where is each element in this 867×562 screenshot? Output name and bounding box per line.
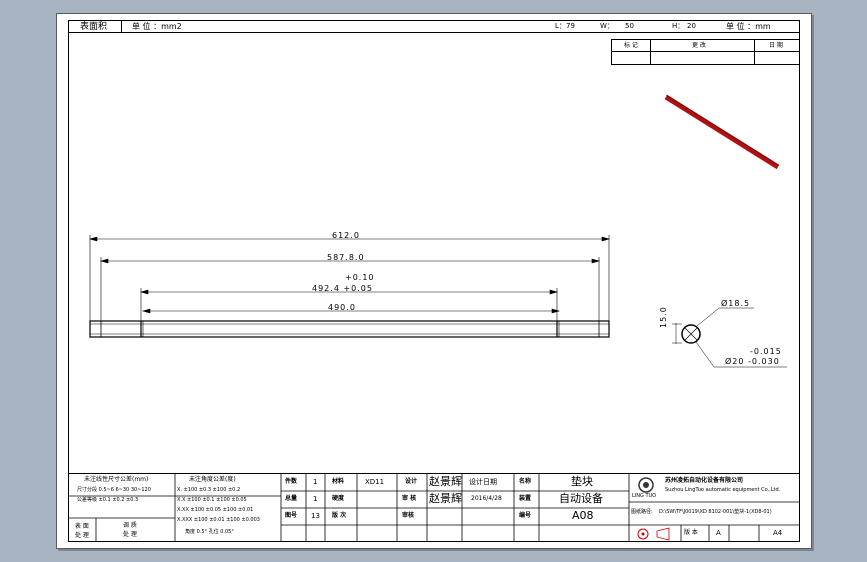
- dim-middle: 492.4 +0.05: [312, 284, 373, 293]
- company-name-cn: 苏州凌拓自动化设备有限公司: [665, 477, 744, 484]
- logo-text: LING TUO: [632, 493, 657, 499]
- version-value: A: [716, 529, 721, 537]
- title-block: 未注线性尺寸公差(mm) 未注角度公差(度) 尺寸分段 0.5~6 6~30 3…: [69, 473, 799, 542]
- company-name-en: Suzhou LingTuo automatic equipment Co.,L…: [665, 487, 781, 493]
- isometric-part-edge: [665, 94, 779, 166]
- sheet-size: A4: [773, 529, 783, 537]
- dim-dia-main: Ø20 -0.030: [725, 357, 780, 366]
- isometric-part-view: [664, 94, 780, 170]
- dim-dia-outer: Ø18.5: [721, 299, 751, 308]
- dim-height: 15.0: [659, 306, 668, 328]
- dim-tol-upper: +0.10: [345, 273, 375, 282]
- shaft-front-view: [89, 320, 610, 338]
- file-path: D:\SW\TF\J0019\XD 8102-001\垫块-1(XD8-01): [659, 509, 772, 515]
- drawing-canvas: [88, 94, 787, 368]
- drawing-frame: 表面积 单 位 ：mm2 L： 79 W： 50 H： 20 单 位 ：mm 标…: [68, 20, 800, 542]
- version-label: 版 本: [684, 529, 698, 536]
- dim-dia-tol: -0.015: [750, 347, 782, 356]
- drawing-sheet: 表面积 单 位 ：mm2 L： 79 W： 50 H： 20 单 位 ：mm 标…: [56, 13, 812, 549]
- dim-overall: 612.0: [332, 231, 360, 240]
- dim-inner: 490.0: [328, 303, 356, 312]
- file-path-label: 图纸路径:: [631, 509, 653, 515]
- dim-second: 587.8.0: [327, 253, 365, 262]
